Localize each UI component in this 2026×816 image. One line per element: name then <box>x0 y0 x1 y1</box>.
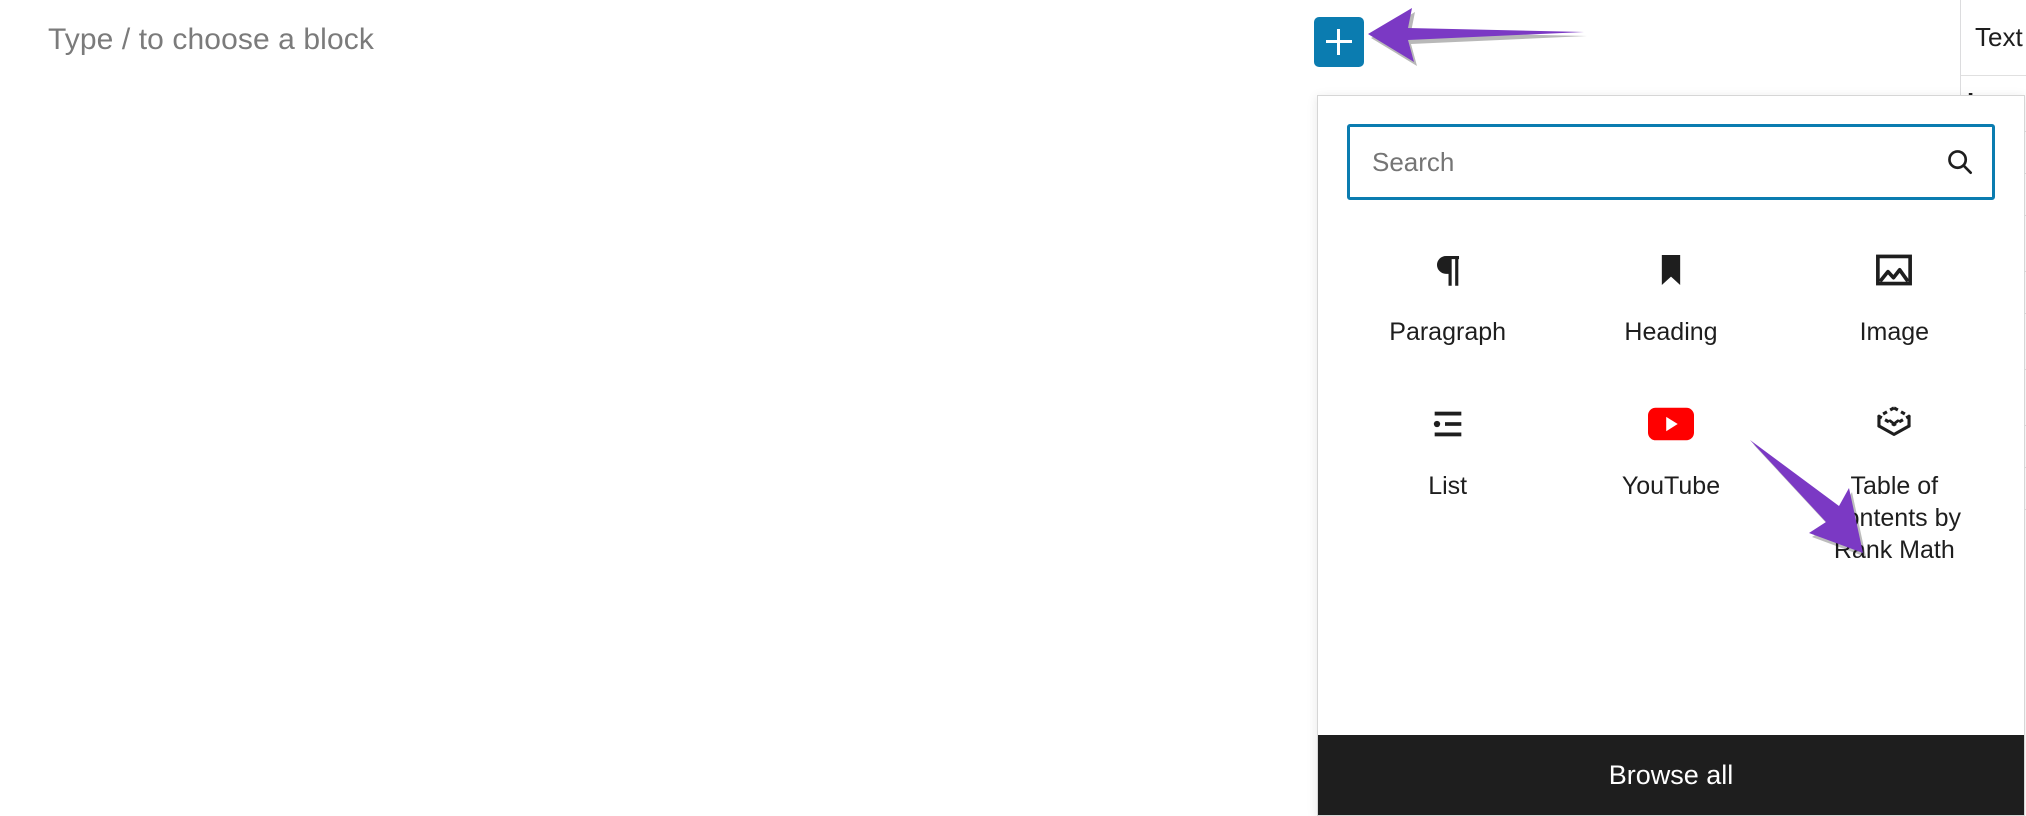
search-input[interactable] <box>1350 127 1992 197</box>
list-icon <box>1424 400 1472 448</box>
sidebar-block-title: Text <box>1975 22 2023 52</box>
annotation-arrow-inserter <box>1368 8 1587 66</box>
stacked-layers-icon <box>1870 400 1918 448</box>
block-item-label: Image <box>1859 318 1930 346</box>
empty-block-placeholder[interactable]: Type / to choose a block <box>48 22 374 58</box>
youtube-icon <box>1647 400 1695 448</box>
block-item-label: Table of Contents by Rank Math <box>1827 472 1962 564</box>
block-inserter-popover: Paragraph Heading Ima <box>1317 95 2025 816</box>
block-item-image[interactable]: Image <box>1783 236 2006 358</box>
block-item-paragraph[interactable]: Paragraph <box>1336 236 1559 358</box>
search-icon[interactable] <box>1944 146 1976 178</box>
editor-canvas: Type / to choose a block Text k : y L <box>0 0 2026 816</box>
block-item-label: List <box>1428 472 1468 500</box>
browse-all-button[interactable]: Browse all <box>1318 735 2024 815</box>
block-item-label: Paragraph <box>1389 318 1507 346</box>
block-item-heading[interactable]: Heading <box>1559 236 1782 358</box>
block-item-list[interactable]: List <box>1336 390 1559 576</box>
block-item-label: Heading <box>1624 318 1718 346</box>
block-item-table-of-contents[interactable]: Table of Contents by Rank Math <box>1783 390 2006 576</box>
block-item-label: YouTube <box>1621 472 1721 500</box>
search-row <box>1318 96 2024 200</box>
search-field[interactable] <box>1347 124 1995 200</box>
plus-icon <box>1326 29 1352 55</box>
bookmark-icon <box>1647 246 1695 294</box>
block-item-youtube[interactable]: YouTube <box>1559 390 1782 576</box>
block-type-grid: Paragraph Heading Image List YouTube Tab… <box>1318 200 2024 735</box>
block-inserter-toggle-button[interactable] <box>1314 17 1364 67</box>
sidebar-block-card: Text <box>1961 0 2026 76</box>
image-icon <box>1870 246 1918 294</box>
paragraph-icon <box>1424 246 1472 294</box>
